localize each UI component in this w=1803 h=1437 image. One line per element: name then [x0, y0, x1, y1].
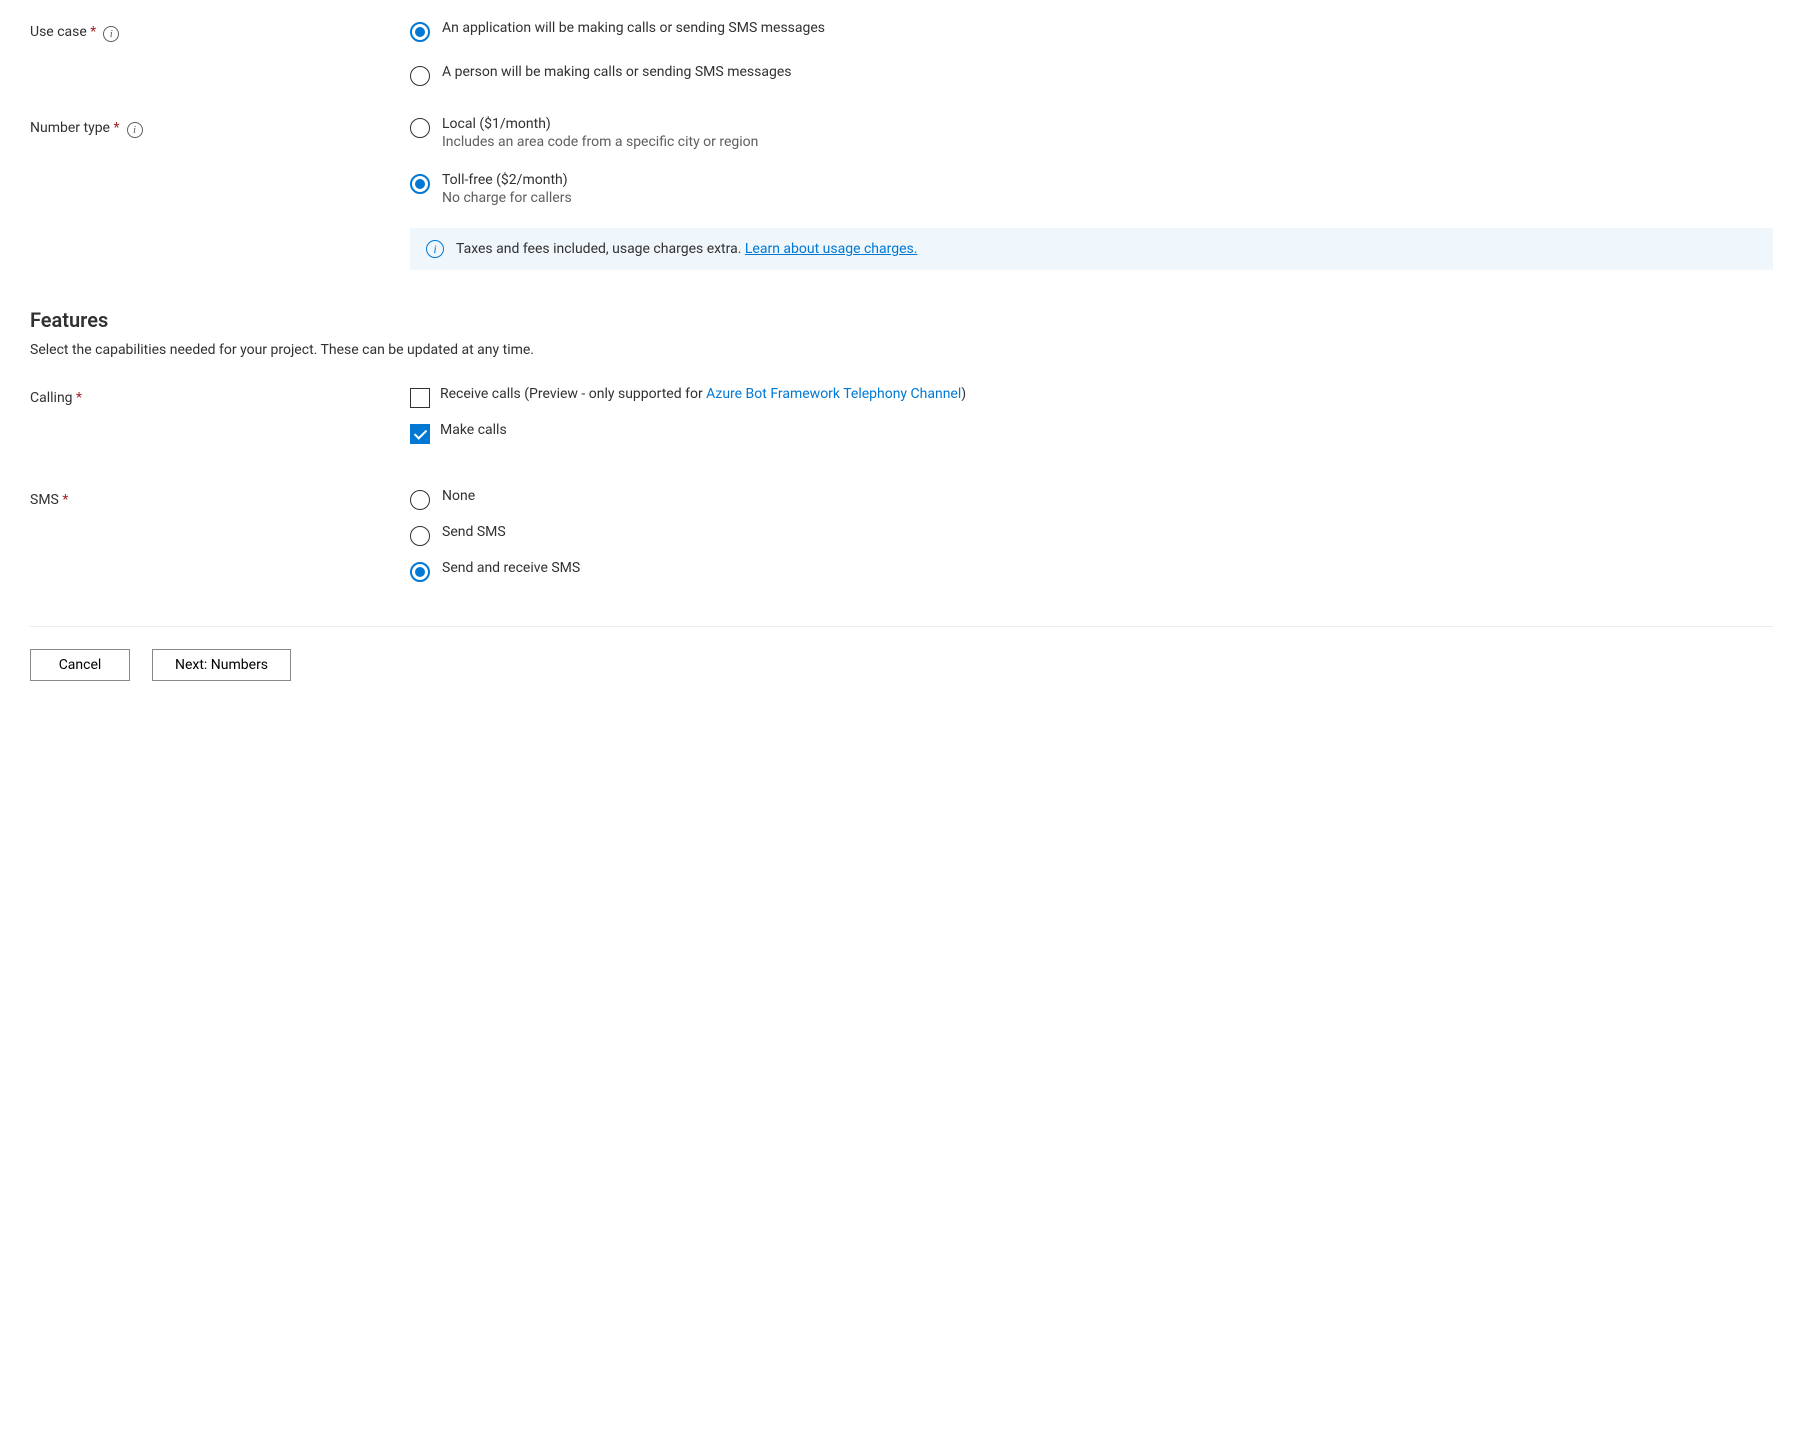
required-asterisk: *: [62, 492, 68, 508]
footer-divider: [30, 626, 1773, 627]
radio-label: Toll-free ($2/month): [442, 172, 572, 188]
use-case-radio-person[interactable]: A person will be making calls or sending…: [410, 64, 1773, 86]
cancel-button[interactable]: Cancel: [30, 649, 130, 681]
features-heading: Features: [30, 308, 1773, 332]
use-case-row: Use case * i An application will be maki…: [30, 20, 1773, 86]
sms-radio-none[interactable]: None: [410, 488, 1773, 510]
use-case-label-col: Use case * i: [30, 20, 410, 86]
radio-icon: [410, 526, 430, 546]
sms-row: SMS * None Send SMS Send and receive SMS: [30, 488, 1773, 596]
info-icon[interactable]: i: [103, 26, 119, 42]
radio-icon: [410, 490, 430, 510]
checkbox-label: Make calls: [440, 422, 507, 438]
radio-label: Send and receive SMS: [442, 560, 580, 576]
radio-icon: [410, 174, 430, 194]
number-type-label-col: Number type * i: [30, 116, 410, 278]
number-type-radio-tollfree[interactable]: Toll-free ($2/month) No charge for calle…: [410, 172, 1773, 206]
banner-text: Taxes and fees included, usage charges e…: [456, 241, 917, 257]
radio-sublabel: No charge for callers: [442, 190, 572, 206]
checkbox-label: Receive calls (Preview - only supported …: [440, 386, 966, 402]
number-type-options: Local ($1/month) Includes an area code f…: [410, 116, 1773, 278]
info-icon: i: [426, 240, 444, 258]
info-icon[interactable]: i: [127, 122, 143, 138]
sms-radio-send[interactable]: Send SMS: [410, 524, 1773, 546]
sms-label: SMS *: [30, 492, 68, 508]
radio-icon: [410, 22, 430, 42]
footer-buttons: Cancel Next: Numbers: [30, 649, 1773, 681]
calling-row: Calling * Receive calls (Preview - only …: [30, 386, 1773, 458]
calling-label-col: Calling *: [30, 386, 410, 458]
sms-radio-send-receive[interactable]: Send and receive SMS: [410, 560, 1773, 582]
calling-checkbox-receive[interactable]: Receive calls (Preview - only supported …: [410, 386, 1773, 408]
features-description: Select the capabilities needed for your …: [30, 342, 1773, 358]
checkbox-icon: [410, 424, 430, 444]
required-asterisk: *: [90, 24, 96, 40]
radio-icon: [410, 118, 430, 138]
use-case-label: Use case *: [30, 24, 96, 40]
use-case-radio-application[interactable]: An application will be making calls or s…: [410, 20, 1773, 42]
radio-label: None: [442, 488, 475, 504]
required-asterisk: *: [76, 390, 82, 406]
checkbox-icon: [410, 388, 430, 408]
radio-label: A person will be making calls or sending…: [442, 64, 791, 80]
next-numbers-button[interactable]: Next: Numbers: [152, 649, 291, 681]
calling-options: Receive calls (Preview - only supported …: [410, 386, 1773, 458]
use-case-options: An application will be making calls or s…: [410, 20, 1773, 86]
radio-icon: [410, 66, 430, 86]
radio-label: An application will be making calls or s…: [442, 20, 825, 36]
number-type-row: Number type * i Local ($1/month) Include…: [30, 116, 1773, 278]
calling-checkbox-make[interactable]: Make calls: [410, 422, 1773, 444]
radio-label: Send SMS: [442, 524, 506, 540]
pricing-info-banner: i Taxes and fees included, usage charges…: [410, 228, 1773, 270]
radio-icon: [410, 562, 430, 582]
sms-label-col: SMS *: [30, 488, 410, 596]
telephony-channel-link[interactable]: Azure Bot Framework Telephony Channel: [706, 386, 961, 402]
number-type-radio-local[interactable]: Local ($1/month) Includes an area code f…: [410, 116, 1773, 150]
calling-label: Calling *: [30, 390, 82, 406]
radio-sublabel: Includes an area code from a specific ci…: [442, 134, 758, 150]
usage-charges-link[interactable]: Learn about usage charges.: [745, 241, 918, 257]
required-asterisk: *: [113, 120, 119, 136]
radio-label: Local ($1/month): [442, 116, 758, 132]
sms-options: None Send SMS Send and receive SMS: [410, 488, 1773, 596]
number-type-label: Number type *: [30, 120, 120, 136]
